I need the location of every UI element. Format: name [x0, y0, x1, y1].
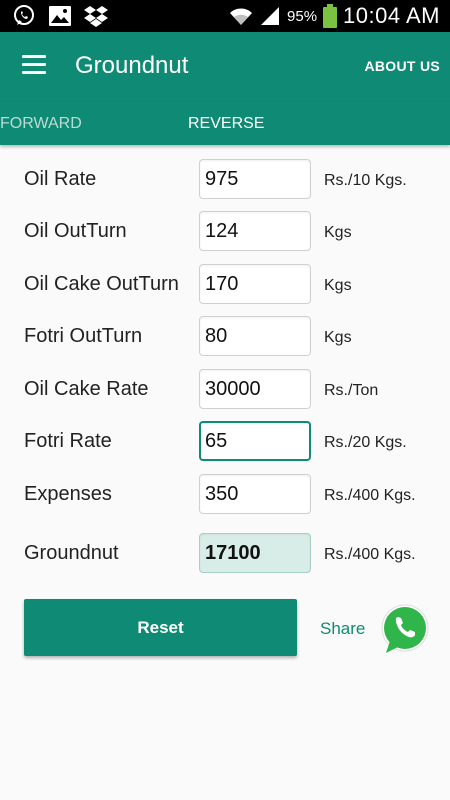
expenses-unit: Rs./400 Kgs.: [324, 487, 416, 504]
oil-rate-unit: Rs./10 Kgs.: [324, 172, 407, 189]
app-title: Groundnut: [75, 52, 189, 79]
dropbox-icon: [84, 6, 108, 27]
hamburger-menu-icon[interactable]: [22, 55, 48, 79]
oil-cake-outturn-label: Oil Cake OutTurn: [24, 273, 179, 295]
clock: 10:04 AM: [343, 3, 440, 28]
oil-cake-rate-row: Oil Cake Rate 30000 Rs./Ton: [0, 369, 450, 411]
oil-rate-input[interactable]: 975: [199, 159, 311, 199]
fotri-rate-input[interactable]: 65: [199, 421, 311, 461]
fotri-outturn-unit: Kgs: [324, 329, 352, 346]
about-us-button[interactable]: ABOUT US: [364, 58, 440, 74]
tab-forward[interactable]: FORWARD: [0, 115, 82, 133]
oil-rate-label: Oil Rate: [24, 168, 97, 190]
whatsapp-share-icon[interactable]: [378, 603, 430, 655]
oil-outturn-input[interactable]: 124: [199, 211, 311, 251]
status-bar: 95% 10:04 AM: [0, 0, 450, 32]
battery-percent: 95%: [287, 7, 318, 25]
fotri-rate-row: Fotri Rate 65 Rs./20 Kgs.: [0, 421, 450, 463]
oil-cake-rate-input[interactable]: 30000: [199, 369, 311, 409]
expenses-row: Expenses 350 Rs./400 Kgs.: [0, 474, 450, 516]
groundnut-result-label: Groundnut: [24, 542, 119, 564]
expenses-input[interactable]: 350: [199, 474, 311, 514]
gallery-icon: [49, 6, 71, 26]
oil-cake-outturn-input[interactable]: 170: [199, 264, 311, 304]
status-bar-system: 95% 10:04 AM: [229, 0, 440, 32]
oil-outturn-unit: Kgs: [324, 224, 352, 241]
groundnut-result-row: Groundnut 17100 Rs./400 Kgs.: [0, 533, 450, 575]
reset-button[interactable]: Reset: [24, 599, 297, 656]
oil-cake-outturn-unit: Kgs: [324, 277, 352, 294]
wifi-icon: [230, 8, 253, 25]
oil-rate-row: Oil Rate 975 Rs./10 Kgs.: [0, 159, 450, 201]
app-bar: Groundnut ABOUT US: [0, 32, 450, 102]
expenses-label: Expenses: [24, 483, 112, 505]
oil-cake-rate-unit: Rs./Ton: [324, 382, 379, 399]
oil-cake-outturn-row: Oil Cake OutTurn 170 Kgs: [0, 264, 450, 306]
fotri-rate-label: Fotri Rate: [24, 430, 112, 452]
groundnut-result-value: 17100: [199, 533, 311, 573]
oil-cake-rate-label: Oil Cake Rate: [24, 378, 149, 400]
fotri-rate-unit: Rs./20 Kgs.: [324, 434, 407, 451]
tab-bar: FORWARD REVERSE: [0, 102, 450, 145]
fotri-outturn-row: Fotri OutTurn 80 Kgs: [0, 316, 450, 358]
whatsapp-notification-icon: [14, 5, 34, 25]
tab-reverse[interactable]: REVERSE: [188, 115, 264, 133]
signal-icon: [261, 7, 280, 25]
battery-icon: [323, 4, 338, 28]
share-label[interactable]: Share: [320, 619, 365, 639]
oil-outturn-label: Oil OutTurn: [24, 220, 127, 242]
oil-outturn-row: Oil OutTurn 124 Kgs: [0, 211, 450, 253]
status-bar-notifications: [12, 4, 108, 28]
fotri-outturn-input[interactable]: 80: [199, 316, 311, 356]
fotri-outturn-label: Fotri OutTurn: [24, 325, 143, 347]
groundnut-result-unit: Rs./400 Kgs.: [324, 546, 416, 563]
